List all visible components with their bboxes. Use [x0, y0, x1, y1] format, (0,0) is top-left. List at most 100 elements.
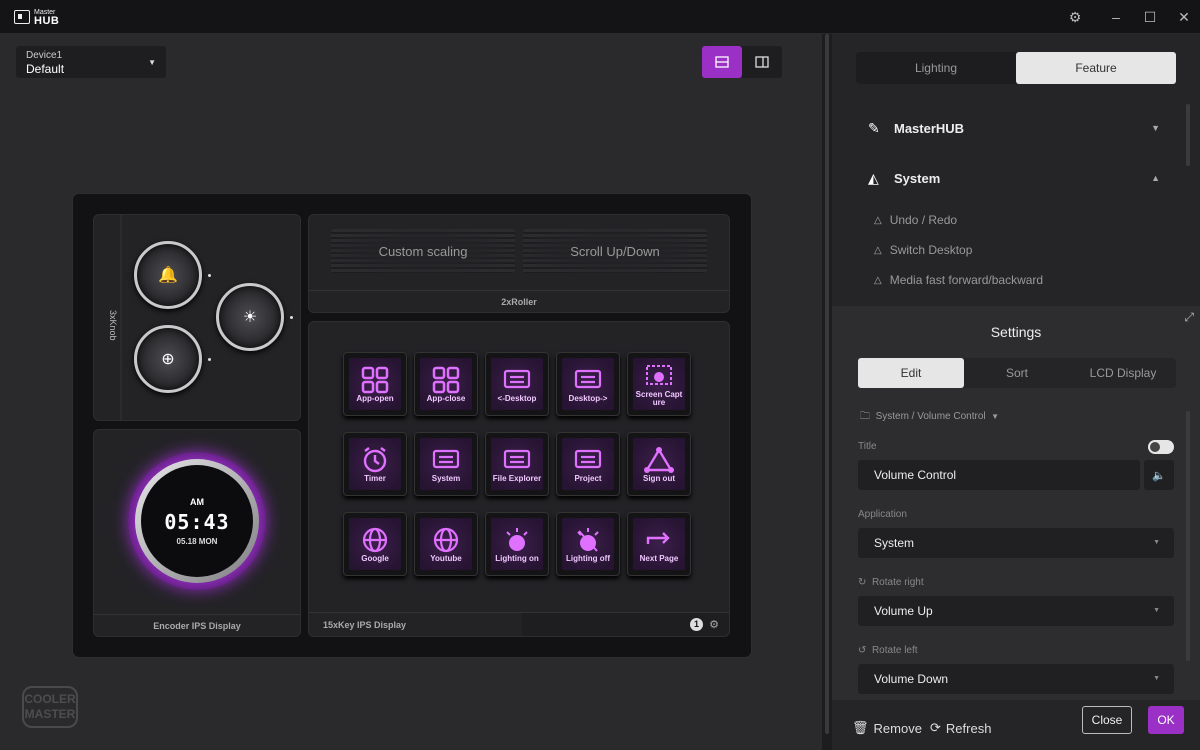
key-9[interactable]: Project — [556, 432, 620, 496]
grid-icon — [429, 365, 463, 395]
subitem-undo-redo[interactable]: △ Undo / Redo — [874, 212, 1174, 228]
subitem-label: Undo / Redo — [889, 213, 958, 227]
key-6[interactable]: Timer — [343, 432, 407, 496]
subitem-media-fast-forward[interactable]: △ Media fast forward/backward — [874, 272, 1174, 288]
key-11[interactable]: Google — [343, 512, 407, 576]
settings-tabs: Edit Sort LCD Display — [858, 358, 1176, 388]
key-13[interactable]: Lighting on — [485, 512, 549, 576]
close-icon[interactable]: ✕ — [1172, 6, 1196, 28]
key-face: Screen Capture — [633, 358, 685, 410]
key-2[interactable]: App-close — [414, 352, 478, 416]
application-select[interactable]: System ▼ — [858, 528, 1174, 558]
key-label: <-Desktop — [497, 394, 537, 403]
roller-2-label: Scroll Up/Down — [523, 229, 707, 273]
panel-divider[interactable] — [822, 34, 832, 750]
tab-lcd-display[interactable]: LCD Display — [1070, 358, 1176, 388]
logo-icon — [14, 10, 30, 24]
key-label: Google — [361, 554, 389, 563]
knob-panel-label: 3xKnob — [108, 309, 118, 341]
right-panel: Lighting Feature ✎ MasterHUB ▼ ◭ System … — [832, 34, 1200, 750]
refresh-label: Refresh — [945, 720, 992, 736]
category-system[interactable]: ◭ System ▲ — [868, 168, 1168, 188]
key-15[interactable]: Next Page — [627, 512, 691, 576]
category-label: System — [894, 170, 941, 186]
key-label: Sign out — [643, 474, 675, 483]
key-1[interactable]: App-open — [343, 352, 407, 416]
key-label: Desktop-> — [568, 394, 608, 403]
camera-icon — [642, 361, 676, 391]
knob-1[interactable]: 🔔 — [134, 241, 211, 309]
minimize-icon[interactable]: – — [1104, 6, 1128, 28]
bell-icon: 🔔 — [158, 267, 178, 284]
gear-icon[interactable]: ⚙ — [1063, 6, 1087, 28]
key-3[interactable]: <-Desktop — [485, 352, 549, 416]
category-masterhub[interactable]: ✎ MasterHUB ▼ — [868, 118, 1168, 138]
vertical-view-icon[interactable] — [742, 46, 782, 78]
zoom-in-icon: ⊕ — [161, 351, 175, 368]
subitem-label: Switch Desktop — [889, 243, 973, 257]
brand-text: COOLER MASTER — [24, 692, 76, 721]
settings-panel: Settings ⤢ Edit Sort LCD Display 🗀 Syste… — [832, 306, 1200, 750]
key-10[interactable]: Sign out — [627, 432, 691, 496]
key-face: Next Page — [633, 518, 685, 570]
key-label: App-close — [426, 394, 466, 403]
settings-scrollbar[interactable] — [1186, 411, 1190, 661]
maximize-icon[interactable]: ☐ — [1138, 6, 1162, 28]
globe-icon — [358, 525, 392, 555]
roller-2[interactable]: Scroll Up/Down — [523, 229, 707, 273]
footer-bar: 🗑 Remove ⟳ Refresh — [832, 700, 1200, 750]
rotate-right-select[interactable]: Volume Up ▼ — [858, 596, 1174, 626]
keyboard-icon — [571, 365, 605, 395]
rotate-left-select[interactable]: Volume Down ▼ — [858, 664, 1174, 694]
tab-edit[interactable]: Edit — [858, 358, 964, 388]
divider-grip[interactable] — [825, 34, 829, 734]
breadcrumb[interactable]: 🗀 System / Volume Control ▼ — [860, 409, 999, 426]
tab-feature[interactable]: Feature — [1016, 52, 1176, 84]
feature-list-scrollbar[interactable] — [1186, 104, 1190, 166]
page-indicator[interactable]: 1 — [690, 618, 703, 631]
speaker-icon[interactable]: 🔈 — [1144, 460, 1174, 490]
tab-lighting[interactable]: Lighting — [856, 52, 1016, 84]
device-frame: 3xKnob 🔔 ☀ ⊕ Custom scaling Scroll Up/Do… — [73, 194, 751, 657]
breadcrumb-text: System / Volume Control — [875, 411, 986, 422]
device-selector[interactable]: Device1 Default ▼ — [16, 46, 166, 78]
key-8[interactable]: File Explorer — [485, 432, 549, 496]
expand-icon[interactable]: ⤢ — [1184, 310, 1194, 325]
ok-button[interactable]: OK — [1148, 706, 1184, 734]
roller-1[interactable]: Custom scaling — [331, 229, 515, 273]
keys-panel-label: 15xKey IPS Display — [323, 620, 407, 630]
key-face: App-close — [420, 358, 472, 410]
title-toggle[interactable] — [1148, 440, 1174, 454]
key-12[interactable]: Youtube — [414, 512, 478, 576]
knob-3[interactable]: ⊕ — [134, 325, 211, 393]
title-input[interactable]: Volume Control — [858, 460, 1140, 490]
refresh-button[interactable]: ⟳ Refresh — [930, 720, 991, 736]
folder-icon: 🗀 — [860, 411, 870, 422]
subitem-label: Media fast forward/backward — [889, 273, 1044, 287]
key-label: Project — [574, 474, 602, 483]
rotate-left-label: ↺ Rotate left — [858, 645, 918, 656]
title-value: Volume Control — [874, 468, 957, 482]
key-face: App-open — [349, 358, 401, 410]
triangle-icon: △ — [874, 214, 882, 226]
gear-icon[interactable]: ⚙ — [709, 618, 719, 631]
key-7[interactable]: System — [414, 432, 478, 496]
key-label: System — [431, 474, 461, 483]
horizontal-view-icon[interactable] — [702, 46, 742, 78]
key-4[interactable]: Desktop-> — [556, 352, 620, 416]
tab-sort[interactable]: Sort — [964, 358, 1070, 388]
encoder-display[interactable]: AM 05:43 05.18 MON — [128, 452, 266, 590]
key-5[interactable]: Screen Capture — [627, 352, 691, 416]
application-value: System — [874, 536, 915, 550]
view-toggle — [702, 46, 782, 78]
globe-icon — [429, 525, 463, 555]
subitem-switch-desktop[interactable]: △ Switch Desktop — [874, 242, 1174, 258]
close-button[interactable]: Close — [1082, 706, 1132, 734]
triangle-icon — [642, 445, 676, 475]
keys-panel-footer: 15xKey IPS Display 1 ⚙ — [309, 612, 729, 636]
masterhub-logo: Master HUB — [14, 8, 74, 27]
knob-2[interactable]: ☀ — [216, 283, 293, 351]
remove-button[interactable]: 🗑 Remove — [852, 720, 922, 736]
key-14[interactable]: Lighting off — [556, 512, 620, 576]
category-label: MasterHUB — [894, 120, 965, 136]
